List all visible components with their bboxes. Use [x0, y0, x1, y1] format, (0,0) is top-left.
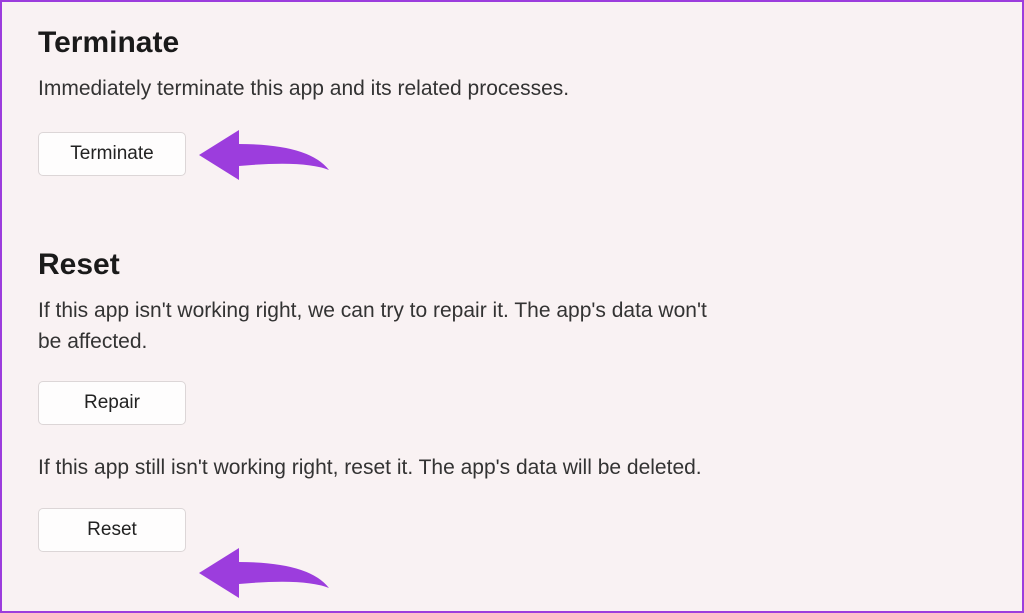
- terminate-heading: Terminate: [38, 26, 986, 60]
- terminate-button[interactable]: Terminate: [38, 132, 186, 176]
- terminate-section: Terminate Immediately terminate this app…: [38, 26, 986, 176]
- reset-description: If this app still isn't working right, r…: [38, 453, 718, 483]
- reset-heading: Reset: [38, 248, 986, 282]
- reset-section: Reset If this app isn't working right, w…: [38, 248, 986, 551]
- reset-button[interactable]: Reset: [38, 508, 186, 552]
- repair-description: If this app isn't working right, we can …: [38, 296, 718, 357]
- repair-button[interactable]: Repair: [38, 381, 186, 425]
- terminate-description: Immediately terminate this app and its r…: [38, 74, 718, 104]
